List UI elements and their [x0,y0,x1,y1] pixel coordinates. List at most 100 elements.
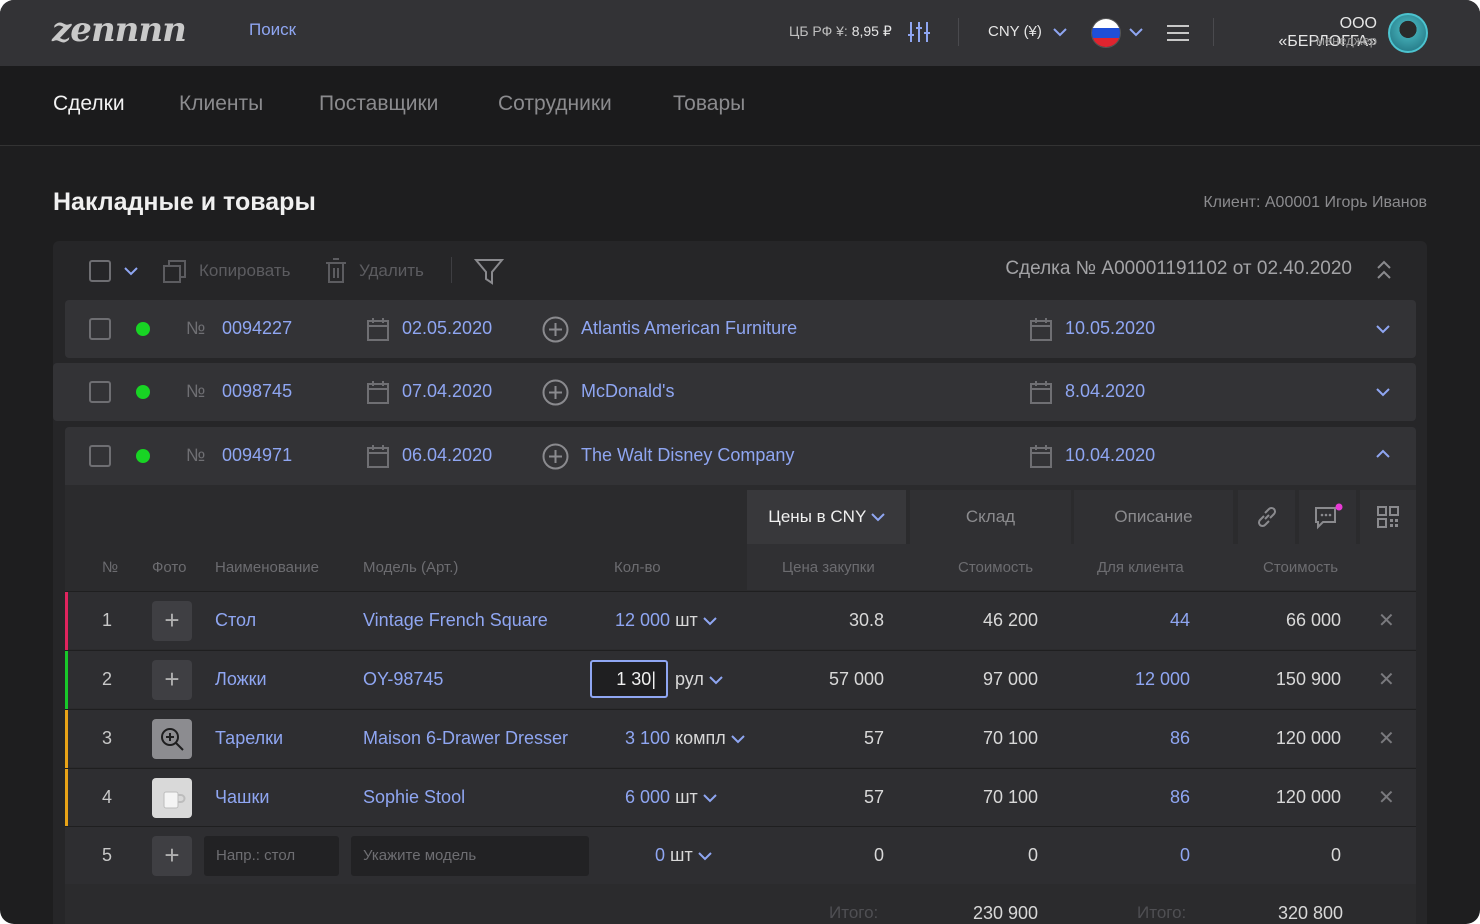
unit: шт [675,610,698,630]
tab-prices[interactable]: Цены в CNY [747,490,906,544]
divider [451,257,452,283]
product-model[interactable]: Maison 6-Drawer Dresser [363,728,568,749]
invoice-row[interactable]: № 0094971 06.04.2020 The Walt Disney Com… [65,427,1416,485]
nav-item-deals[interactable]: Сделки [53,92,125,116]
company-link[interactable]: The Walt Disney Company [581,445,794,466]
name-input[interactable]: Напр.: стол [204,836,339,876]
add-circle-icon[interactable] [542,379,569,406]
close-icon[interactable]: ✕ [1378,726,1395,751]
chevron-up-icon[interactable] [1376,449,1390,459]
tab-description[interactable]: Описание [1074,490,1233,544]
purchase-price[interactable]: 57 [864,728,884,749]
product-photo[interactable] [152,778,192,818]
trash-icon[interactable] [325,258,347,284]
unit-select[interactable]: рул [675,669,723,690]
row-checkbox[interactable] [89,318,111,340]
currency-select[interactable]: CNY (¥) [988,23,1042,40]
purchase-price[interactable]: 0 [874,845,884,866]
search-link[interactable]: Поиск [249,20,296,40]
chevron-down-icon[interactable] [1053,27,1067,37]
close-icon[interactable]: ✕ [1378,667,1395,692]
product-name[interactable]: Ложки [215,669,267,690]
purchase-price[interactable]: 57 000 [829,669,884,690]
chevron-down-icon[interactable] [124,266,138,276]
invoice-number[interactable]: 0094227 [222,318,292,339]
add-circle-icon[interactable] [542,443,569,470]
zoom-photo-button[interactable] [152,719,192,759]
delete-button[interactable]: Удалить [359,261,424,281]
invoice-date[interactable]: 07.04.2020 [402,381,492,402]
model-input[interactable]: Укажите модель [351,836,589,876]
company-link[interactable]: McDonald's [581,381,674,402]
purchase-price[interactable]: 30.8 [849,610,884,631]
quantity[interactable]: 12 000 шт [615,610,717,631]
client-price[interactable]: 86 [1170,787,1190,808]
company-link[interactable]: Atlantis American Furniture [581,318,797,339]
add-photo-button[interactable]: + [152,660,192,700]
quantity-input[interactable]: 1 30| [590,660,668,698]
client-price[interactable]: 86 [1170,728,1190,749]
product-model[interactable]: Vintage French Square [363,610,548,631]
nav-item-goods[interactable]: Товары [673,92,745,116]
total: 66 000 [1285,610,1341,630]
copy-button[interactable]: Копировать [199,261,291,281]
delivery-date[interactable]: 10.05.2020 [1065,318,1155,339]
avatar[interactable] [1388,13,1428,53]
close-icon[interactable]: ✕ [1378,785,1395,810]
language-flag[interactable] [1091,18,1121,48]
invoice-date[interactable]: 02.05.2020 [402,318,492,339]
zoom-in-icon [161,728,184,751]
purchase-price[interactable]: 57 [864,787,884,808]
tab-stock[interactable]: Склад [910,490,1071,544]
nav-item-clients[interactable]: Клиенты [179,92,263,116]
chevron-down-icon[interactable] [1376,324,1390,334]
col-header-cost: Стоимость [958,559,1034,576]
product-name[interactable]: Чашки [215,787,269,808]
delivery-date[interactable]: 10.04.2020 [1065,445,1155,466]
comments-button[interactable] [1299,490,1356,544]
invoice-row[interactable]: № 0098745 07.04.2020 McDonald's 8.04.202… [53,363,1416,421]
product-name[interactable]: Стол [215,610,256,631]
chevron-down-icon[interactable] [1376,387,1390,397]
copy-icon[interactable] [162,259,188,285]
client-price[interactable]: 44 [1170,610,1190,631]
number-label: № [186,318,206,338]
filter-icon[interactable] [474,257,504,285]
invoice-row[interactable]: № 0094227 02.05.2020 Atlantis American F… [65,300,1416,358]
chevron-down-icon[interactable] [1129,27,1143,37]
calendar-icon [1030,318,1052,341]
add-photo-button[interactable]: + [152,836,192,876]
add-circle-icon[interactable] [542,316,569,343]
product-model[interactable]: Sophie Stool [363,787,465,808]
menu-icon[interactable] [1166,23,1190,43]
row-number: 3 [102,728,113,748]
sliders-icon[interactable] [907,21,931,43]
product-name[interactable]: Тарелки [215,728,283,749]
col-header-model: Модель (Арт.) [363,559,459,576]
quantity[interactable]: 0 шт [655,845,712,866]
quantity[interactable]: 3 100 компл [625,728,745,749]
nav-item-employees[interactable]: Сотрудники [498,92,612,116]
product-model[interactable]: OY-98745 [363,669,443,690]
client-price[interactable]: 12 000 [1135,669,1190,690]
client-price[interactable]: 0 [1180,845,1190,866]
add-photo-button[interactable]: + [152,601,192,641]
nav-item-suppliers[interactable]: Поставщики [319,92,438,116]
link-button[interactable] [1238,490,1295,544]
table-row: 4 Чашки Sophie Stool 6 000 шт 57 70 100 … [65,768,1416,827]
qr-button[interactable] [1360,490,1416,544]
invoice-number[interactable]: 0094971 [222,445,292,466]
row-checkbox[interactable] [89,381,111,403]
invoice-date[interactable]: 06.04.2020 [402,445,492,466]
delivery-date[interactable]: 8.04.2020 [1065,381,1145,402]
currency-value: CNY (¥) [988,23,1042,40]
close-icon[interactable]: ✕ [1378,608,1395,633]
row-checkbox[interactable] [89,445,111,467]
collapse-all-icon[interactable] [1376,259,1392,281]
link-icon [1257,506,1276,528]
invoice-number[interactable]: 0098745 [222,381,292,402]
select-all-checkbox[interactable] [89,260,111,282]
quantity[interactable]: 6 000 шт [625,787,717,808]
logo[interactable]: zennnn [52,10,187,50]
col-header-name: Наименование [215,559,319,576]
